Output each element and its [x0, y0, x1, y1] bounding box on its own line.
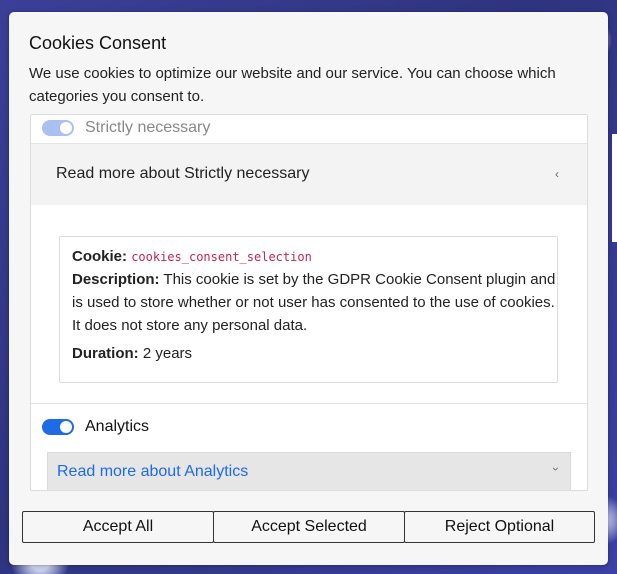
category-row-strictly-necessary: Strictly necessary: [31, 115, 587, 142]
dialog-title: Cookies Consent: [29, 33, 167, 53]
strictly-necessary-toggle[interactable]: [42, 120, 74, 136]
chevron-down-icon: ›: [549, 467, 563, 471]
analytics-label: Analytics: [85, 418, 150, 435]
category-row-analytics: Analytics: [31, 414, 587, 441]
chevron-left-icon: ‹: [555, 167, 559, 181]
read-more-analytics-label: Read more about Analytics: [57, 463, 249, 480]
accept-all-button[interactable]: Accept All: [22, 511, 214, 543]
reject-optional-button[interactable]: Reject Optional: [404, 511, 595, 543]
description-text-2: is used to store whether or not user has…: [72, 294, 555, 311]
toggle-knob: [60, 122, 72, 134]
analytics-toggle[interactable]: [42, 419, 74, 435]
cookie-info-card: Cookie: cookies_consent_selection Descri…: [59, 236, 558, 383]
toggle-knob: [60, 421, 72, 433]
duration-value: 2 years: [142, 345, 193, 362]
description-text-3: It does not store any personal data.: [72, 317, 308, 334]
cookie-description-line: Description: This cookie is set by the G…: [72, 268, 555, 291]
strictly-necessary-label: Strictly necessary: [85, 119, 211, 136]
background-page-fragment: [612, 134, 617, 242]
read-more-strictly-necessary-button[interactable]: Read more about Strictly necessary ‹: [31, 143, 587, 206]
read-more-analytics-button[interactable]: Read more about Analytics ›: [47, 452, 571, 490]
cookie-duration-line: Duration: 2 years: [72, 342, 192, 365]
cookie-name-line: Cookie: cookies_consent_selection: [72, 245, 312, 269]
categories-panel: Strictly necessary Read more about Stric…: [30, 114, 588, 491]
read-more-strictly-necessary-label: Read more about Strictly necessary: [56, 165, 310, 182]
cookie-name-value: cookies_consent_selection: [131, 250, 312, 264]
dialog-intro-text: We use cookies to optimize our website a…: [29, 65, 556, 105]
duration-label: Duration:: [72, 345, 139, 362]
cookie-consent-dialog: Cookies Consent We use cookies to optimi…: [9, 12, 608, 565]
description-text-1: This cookie is set by the GDPR Cookie Co…: [163, 271, 556, 288]
accept-selected-button[interactable]: Accept Selected: [213, 511, 405, 543]
cookie-label: Cookie:: [72, 248, 128, 265]
description-label: Description:: [72, 271, 160, 288]
strictly-necessary-details: Cookie: cookies_consent_selection Descri…: [31, 205, 587, 404]
